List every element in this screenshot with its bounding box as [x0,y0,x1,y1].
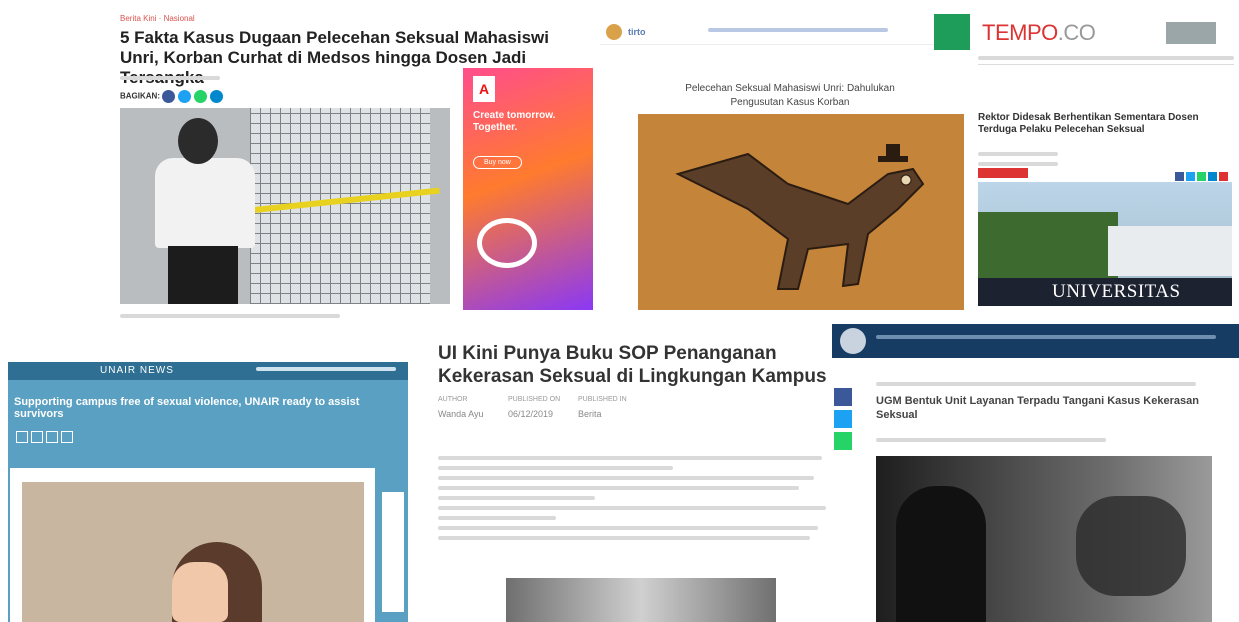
site-brand[interactable]: UNAIR NEWS [100,365,174,376]
share-sidebar [834,388,852,454]
facebook-share-icon[interactable] [1175,172,1184,181]
nav-links[interactable] [256,367,396,371]
site-navbar: UNAIR NEWS [8,362,408,380]
article-photo [22,482,364,622]
whatsapp-share-icon[interactable] [194,90,208,103]
shadow-hand [1076,496,1186,596]
raised-hand [172,562,228,622]
tempo-logo[interactable]: TEMPO.CO [982,20,1096,46]
site-navbar: tirto [600,22,970,45]
article-category[interactable]: Berita Kini · Nasional [120,14,195,23]
article-title[interactable]: Rektor Didesak Berhentikan Sementara Dos… [978,112,1226,136]
advertisement[interactable]: A Create tomorrow. Together. Buy now [463,68,593,310]
author-label: AUTHOR [438,396,468,403]
date-value: 06/12/2019 [508,409,554,419]
article-ui: UI Kini Punya Buku SOP Penanganan Kekera… [418,326,838,622]
photo-caption [120,308,340,320]
ad-buy-button[interactable]: Buy now [473,156,522,169]
article-photo [506,578,776,622]
twitter-share-icon[interactable] [834,410,852,428]
whatsapp-share-icon[interactable] [1197,172,1206,181]
share-buttons [162,90,226,103]
facebook-share-icon[interactable] [834,388,852,406]
subscribe-button[interactable] [978,168,1028,178]
category-value[interactable]: Berita [578,408,648,421]
university-crest-icon[interactable] [840,328,866,354]
facebook-share-icon[interactable] [16,431,28,443]
dinosaur-illustration [638,114,964,310]
article-ugm: UGM Bentuk Unit Layanan Terpadu Tangani … [832,324,1239,622]
nav-links[interactable] [708,28,888,32]
twitter-share-icon[interactable] [31,431,43,443]
article-unair: UNAIR NEWS Supporting campus free of sex… [8,362,408,622]
published-in-label: PUBLISHED IN [578,396,627,403]
nav-links[interactable] [876,335,1216,339]
article-headline[interactable]: Pelecehan Seksual Mahasiswi Unri: Dahulu… [680,82,900,110]
ad-title: Create tomorrow. Together. [473,110,556,133]
header-ad[interactable] [1166,22,1216,44]
article-title[interactable]: Supporting campus free of sexual violenc… [14,396,408,420]
article-body [438,450,830,546]
campus-photo: UNIVERSITAS RIAU [978,182,1232,308]
sidebar [382,492,404,612]
article-unri-facts: Berita Kini · Nasional 5 Fakta Kasus Dug… [118,8,598,320]
article-meta [876,432,1106,448]
twitter-share-icon[interactable] [1186,172,1195,181]
share-bar: BAGIKAN: [120,90,226,103]
site-logo-icon[interactable] [606,24,622,40]
telegram-share-icon[interactable] [1208,172,1217,181]
article-tempo: TEMPO.CO Rektor Didesak Berhentikan Seme… [978,8,1234,308]
site-navbar[interactable] [978,56,1234,65]
article-title[interactable]: UI Kini Punya Buku SOP Penanganan Kekera… [438,342,828,388]
photo-frame [10,468,375,622]
site-navbar [832,324,1239,358]
whatsapp-share-icon[interactable] [834,432,852,450]
published-on-label: PUBLISHED ON [508,396,561,403]
adobe-logo-icon: A [473,76,495,102]
share-label: BAGIKAN: [120,91,160,101]
email-share-icon[interactable] [1219,172,1228,181]
meta-values: Wanda Ayu 06/12/2019 Berita [438,408,648,421]
creative-cloud-icon [477,218,537,268]
meta-labels: AUTHOR PUBLISHED ON PUBLISHED IN [438,396,648,403]
university-sign: UNIVERSITAS RIAU [978,278,1232,308]
officer-figure [150,118,260,304]
whatsapp-share-icon[interactable] [46,431,58,443]
site-name[interactable]: tirto [628,27,646,37]
email-share-icon[interactable] [61,431,73,443]
article-photo [876,456,1212,622]
menu-button[interactable] [934,14,970,50]
dinosaur-graduate-drawing [675,144,925,290]
author-value[interactable]: Wanda Ayu [438,408,508,421]
telegram-share-icon[interactable] [210,90,224,103]
twitter-share-icon[interactable] [178,90,192,103]
breadcrumb[interactable] [876,376,1196,392]
facebook-share-icon[interactable] [162,90,176,103]
share-icons [16,430,76,448]
crouching-figure [896,486,986,622]
article-title[interactable]: UGM Bentuk Unit Layanan Terpadu Tangani … [876,394,1216,422]
article-tirto: tirto Pelecehan Seksual Mahasiswi Unri: … [600,8,970,320]
article-meta [120,70,220,86]
article-photo [120,108,450,304]
university-name: UNIVERSITAS RIAU [1052,281,1181,308]
